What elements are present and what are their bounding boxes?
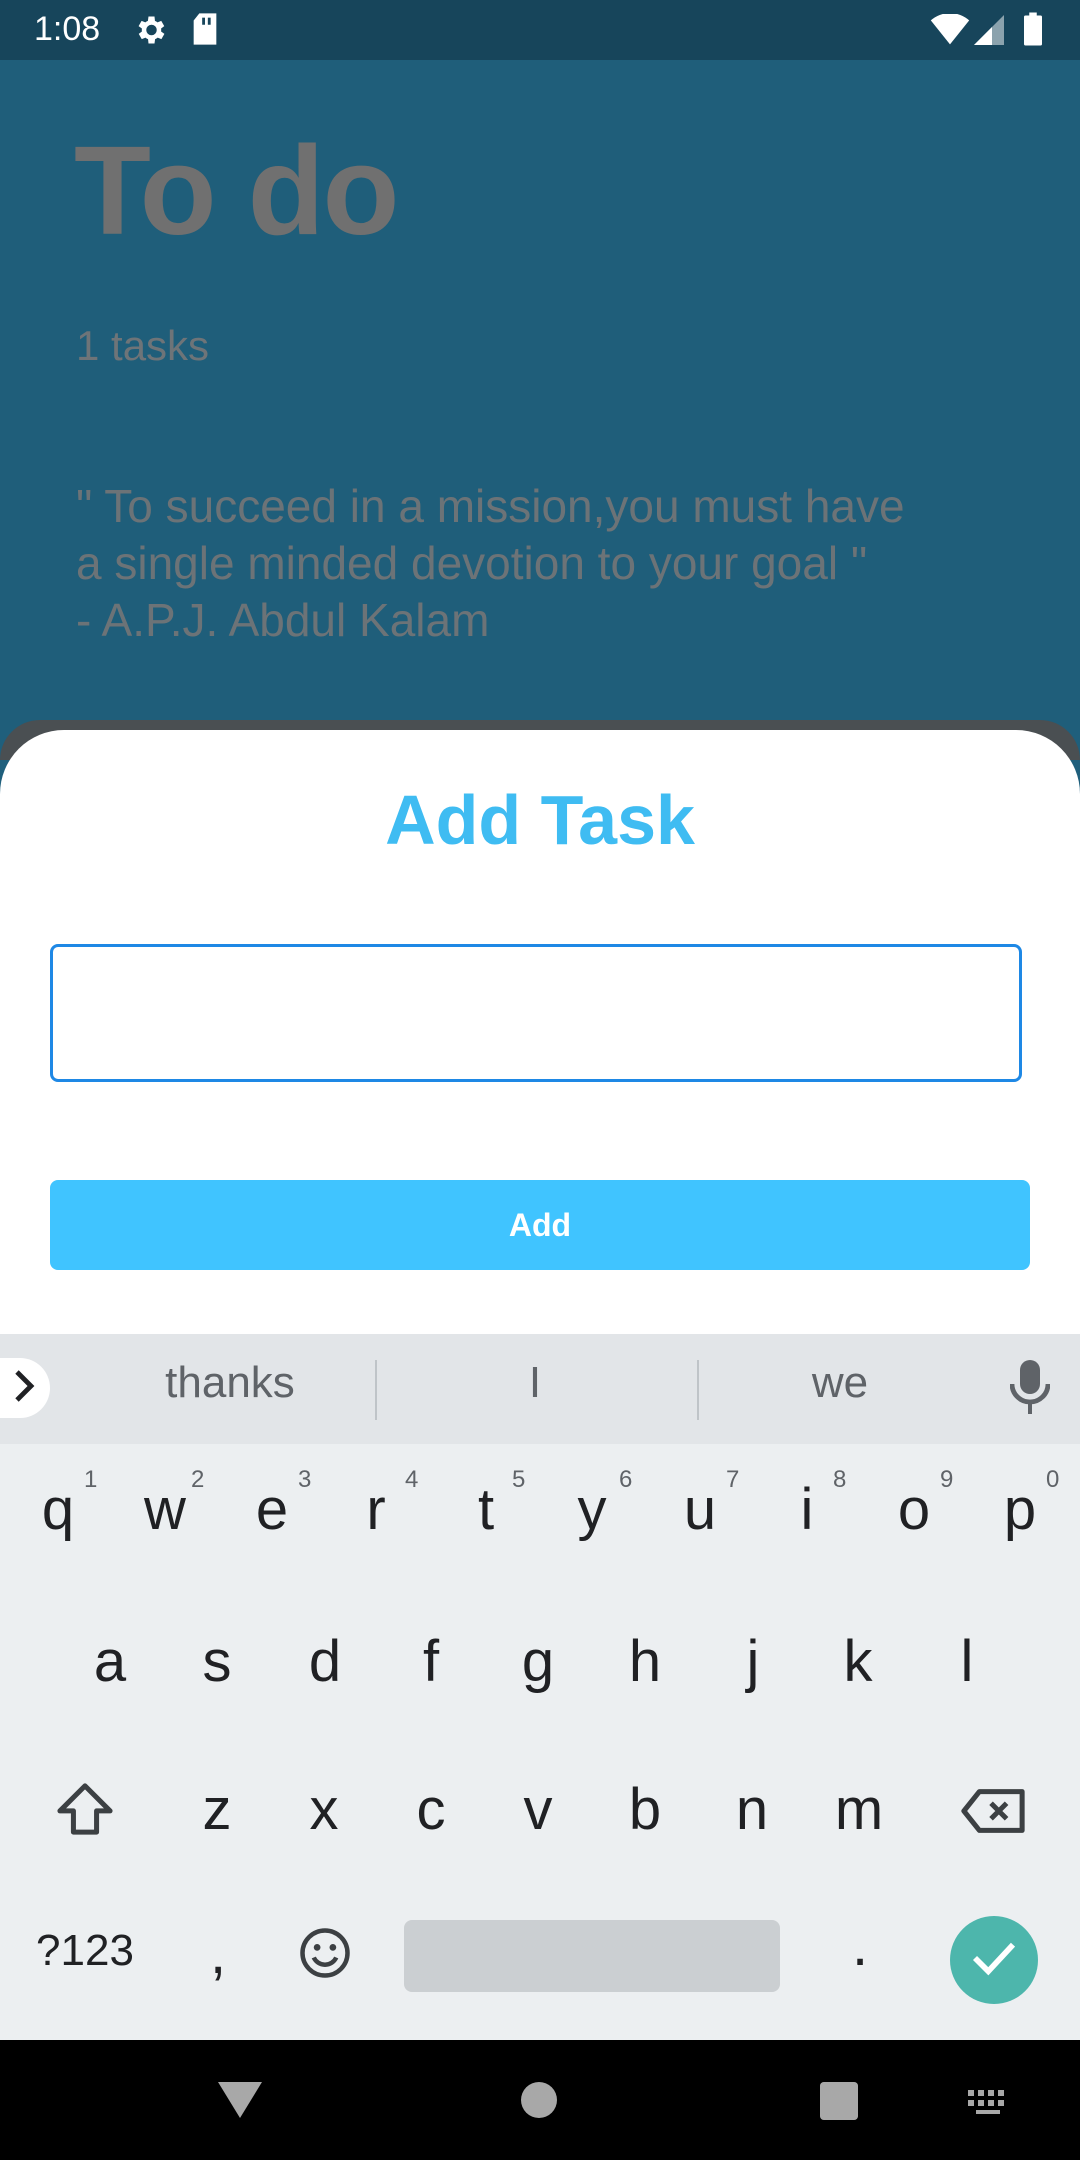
signal-icon [974,14,1004,51]
add-task-sheet: Add Task Add [0,730,1080,1340]
task-input[interactable] [50,944,1022,1082]
symbols-key[interactable]: ?123 [20,1926,150,1976]
key-hint: 4 [405,1466,419,1493]
enter-key[interactable] [950,1916,1038,2004]
key-b[interactable]: b [595,1776,695,1843]
key-n[interactable]: n [702,1776,802,1843]
key-hint: 3 [298,1466,312,1493]
key-l[interactable]: l [917,1628,1017,1695]
suggestion-item[interactable]: thanks [60,1358,400,1408]
shift-icon [56,1782,114,1841]
key-s[interactable]: s [167,1628,267,1695]
suggestion-item[interactable]: I [380,1358,690,1408]
space-key[interactable] [404,1920,780,1992]
comma-key[interactable]: , [168,1920,268,1987]
emoji-key[interactable] [290,1920,360,1990]
key-z[interactable]: z [167,1776,267,1843]
suggestion-item[interactable]: we [700,1358,980,1408]
key-k[interactable]: k [808,1628,908,1695]
backspace-icon [960,1787,1026,1840]
key-v[interactable]: v [488,1776,588,1843]
period-key[interactable]: . [810,1912,910,1979]
recents-icon[interactable] [820,2082,858,2125]
back-icon[interactable] [218,2078,262,2123]
suggestion-divider [697,1360,699,1420]
key-a[interactable]: a [60,1628,160,1695]
suggestion-strip: thanks I we [0,1334,1080,1444]
key-x[interactable]: x [274,1776,374,1843]
key-hint: 6 [619,1466,633,1493]
key-hint: 9 [940,1466,954,1493]
gear-icon [132,12,168,53]
shift-key[interactable] [40,1776,130,1846]
key-f[interactable]: f [381,1628,481,1695]
key-hint: 7 [726,1466,740,1493]
key-hint: 1 [84,1466,98,1493]
keyboard-switch-icon[interactable] [968,2090,1008,2121]
status-bar: 1:08 [0,0,1080,60]
key-d[interactable]: d [275,1628,375,1695]
add-button[interactable]: Add [50,1180,1030,1270]
battery-icon [1024,12,1042,51]
smiley-icon [298,1926,352,1985]
sheet-title: Add Task [385,781,695,859]
key-h[interactable]: h [595,1628,695,1695]
clock: 1:08 [34,10,101,48]
microphone-icon[interactable] [1009,1360,1051,1421]
page-title: To do [74,120,400,261]
quote-text: " To succeed in a mission,you must have … [76,480,905,646]
backspace-key[interactable] [948,1780,1038,1846]
checkmark-icon [971,1939,1017,1982]
task-count: 1 tasks [76,322,210,369]
key-hint: 0 [1046,1466,1060,1493]
expand-toolbar-button[interactable] [0,1358,50,1418]
chevron-right-icon [13,1369,37,1407]
home-icon[interactable] [521,2082,557,2123]
key-m[interactable]: m [809,1776,909,1843]
key-hint: 8 [833,1466,847,1493]
navigation-bar [0,2040,1080,2160]
key-c[interactable]: c [381,1776,481,1843]
key-hint: 2 [191,1466,205,1493]
key-hint: 5 [512,1466,526,1493]
suggestion-divider [375,1360,377,1420]
key-g[interactable]: g [488,1628,588,1695]
sd-card-icon [190,12,220,51]
key-j[interactable]: j [703,1628,803,1695]
wifi-icon [930,13,970,51]
